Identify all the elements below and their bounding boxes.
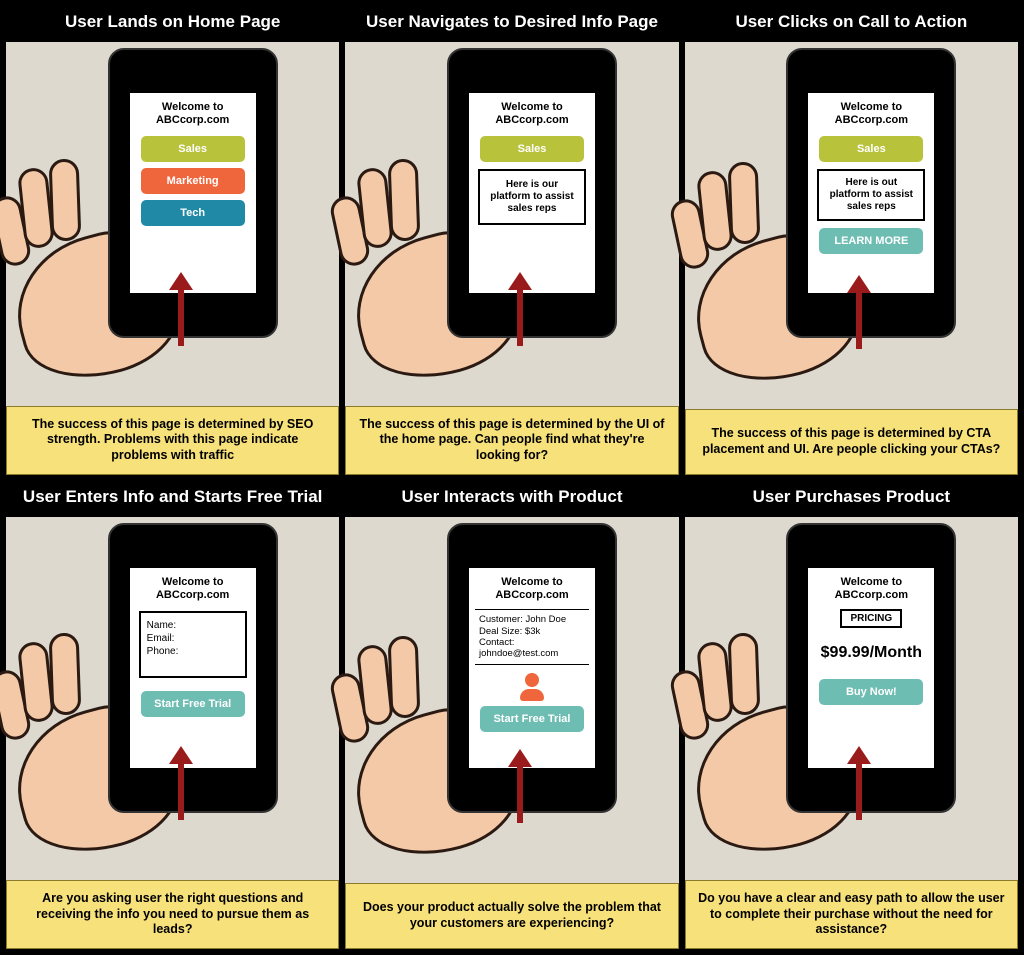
nav-button-sales[interactable]: Sales <box>480 136 584 162</box>
learn-more-button[interactable]: LEARN MORE <box>819 228 923 254</box>
welcome-text: Welcome to ABCcorp.com <box>136 101 250 126</box>
panel-product: User Interacts with Product Welcome to A… <box>345 481 678 950</box>
phone-screen-info: Welcome to ABCcorp.com Sales Here is our… <box>469 93 595 293</box>
person-icon <box>520 673 544 701</box>
phone-screen-form: Welcome to ABCcorp.com Name: Email: Phon… <box>130 568 256 768</box>
pricing-badge: PRICING <box>840 609 902 628</box>
phone-device: Welcome to ABCcorp.com PRICING $99.99/Mo… <box>786 523 956 813</box>
panel-caption: Do you have a clear and easy path to all… <box>685 880 1018 949</box>
panel-caption: Are you asking user the right questions … <box>6 880 339 949</box>
data-deal-size: Deal Size: $3k <box>479 626 585 637</box>
panel-title: User Enters Info and Starts Free Trial <box>6 481 339 517</box>
phone-device: Welcome to ABCcorp.com Sales Marketing T… <box>108 48 278 338</box>
panel-stage: Welcome to ABCcorp.com Sales Marketing T… <box>6 42 339 405</box>
arrow-icon <box>169 746 193 820</box>
phone-screen-product: Welcome to ABCcorp.com Customer: John Do… <box>469 568 595 768</box>
customer-data-box: Customer: John Doe Deal Size: $3k Contac… <box>475 609 589 665</box>
arrow-icon <box>847 746 871 820</box>
phone-screen-home: Welcome to ABCcorp.com Sales Marketing T… <box>130 93 256 293</box>
storyboard-grid: User Lands on Home Page Welcome to ABCco… <box>0 0 1024 955</box>
buy-now-button[interactable]: Buy Now! <box>819 679 923 705</box>
welcome-text: Welcome to ABCcorp.com <box>475 576 589 601</box>
info-text-box: Here is our platform to assist sales rep… <box>478 169 586 225</box>
phone-device: Welcome to ABCcorp.com Sales Here is out… <box>786 48 956 338</box>
form-field-phone[interactable]: Phone: <box>147 645 239 658</box>
arrow-icon <box>847 275 871 349</box>
panel-caption: The success of this page is determined b… <box>345 406 678 475</box>
panel-home: User Lands on Home Page Welcome to ABCco… <box>6 6 339 475</box>
nav-button-sales[interactable]: Sales <box>819 136 923 162</box>
price-text: $99.99/Month <box>821 644 922 662</box>
panel-stage: Welcome to ABCcorp.com Customer: John Do… <box>345 517 678 883</box>
panel-cta: User Clicks on Call to Action Welcome to… <box>685 6 1018 475</box>
panel-form: User Enters Info and Starts Free Trial W… <box>6 481 339 950</box>
arrow-icon <box>508 272 532 346</box>
panel-info: User Navigates to Desired Info Page Welc… <box>345 6 678 475</box>
phone-screen-cta: Welcome to ABCcorp.com Sales Here is out… <box>808 93 934 293</box>
info-text-box: Here is out platform to assist sales rep… <box>817 169 925 221</box>
phone-device: Welcome to ABCcorp.com Sales Here is our… <box>447 48 617 338</box>
panel-title: User Lands on Home Page <box>6 6 339 42</box>
panel-title: User Purchases Product <box>685 481 1018 517</box>
panel-title: User Clicks on Call to Action <box>685 6 1018 42</box>
phone-screen-purchase: Welcome to ABCcorp.com PRICING $99.99/Mo… <box>808 568 934 768</box>
nav-button-sales[interactable]: Sales <box>141 136 245 162</box>
arrow-icon <box>508 749 532 823</box>
nav-button-marketing[interactable]: Marketing <box>141 168 245 194</box>
form-field-name[interactable]: Name: <box>147 619 239 632</box>
welcome-text: Welcome to ABCcorp.com <box>814 576 928 601</box>
signup-form[interactable]: Name: Email: Phone: <box>139 611 247 678</box>
phone-device: Welcome to ABCcorp.com Name: Email: Phon… <box>108 523 278 813</box>
data-customer: Customer: John Doe <box>479 614 585 625</box>
panel-stage: Welcome to ABCcorp.com Sales Here is our… <box>345 42 678 405</box>
welcome-text: Welcome to ABCcorp.com <box>136 576 250 601</box>
panel-caption: The success of this page is determined b… <box>6 406 339 475</box>
panel-purchase: User Purchases Product Welcome to ABCcor… <box>685 481 1018 950</box>
panel-stage: Welcome to ABCcorp.com Sales Here is out… <box>685 42 1018 408</box>
panel-stage: Welcome to ABCcorp.com Name: Email: Phon… <box>6 517 339 880</box>
welcome-text: Welcome to ABCcorp.com <box>475 101 589 126</box>
start-free-trial-button[interactable]: Start Free Trial <box>480 706 584 732</box>
data-contact: Contact: johndoe@test.com <box>479 637 585 660</box>
panel-title: User Navigates to Desired Info Page <box>345 6 678 42</box>
nav-button-tech[interactable]: Tech <box>141 200 245 226</box>
form-field-email[interactable]: Email: <box>147 632 239 645</box>
panel-title: User Interacts with Product <box>345 481 678 517</box>
start-free-trial-button[interactable]: Start Free Trial <box>141 691 245 717</box>
panel-stage: Welcome to ABCcorp.com PRICING $99.99/Mo… <box>685 517 1018 880</box>
phone-device: Welcome to ABCcorp.com Customer: John Do… <box>447 523 617 813</box>
arrow-icon <box>169 272 193 346</box>
welcome-text: Welcome to ABCcorp.com <box>814 101 928 126</box>
